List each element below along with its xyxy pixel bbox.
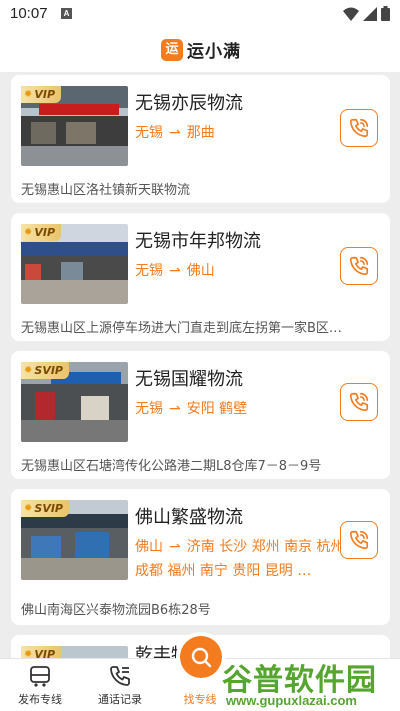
carrier-name: 佛山繁盛物流 [135, 507, 243, 528]
route-origin: 无锡 [135, 263, 163, 279]
phone-log-icon [110, 666, 130, 686]
app-title: 运小满 [187, 42, 241, 62]
route: 无锡 ⇀ 安阳 鹤壁 [135, 397, 345, 421]
app-header: 运 运小满 [0, 28, 400, 72]
carrier-card[interactable]: ✹ SVIP 佛山繁盛物流 佛山 ⇀ 济南 长沙 郑州 南京 杭州 成都 福州 南宁 … [11, 489, 390, 625]
carrier-address: 无锡惠山区石塘湾传化公路港二期L8仓库7－8－9号 [21, 459, 322, 474]
nav-item-call-log[interactable]: 通话记录 [80, 659, 160, 711]
vip-badge: ✹ VIP [21, 224, 62, 241]
phone-icon [349, 118, 369, 138]
route-arrow-icon: ⇀ [169, 401, 181, 417]
svip-badge: ✹ SVIP [21, 362, 69, 379]
status-bar: 10:07 A [0, 0, 400, 28]
watermark-url: www.gupuxlazai.com [226, 693, 357, 708]
truck-icon [30, 666, 50, 687]
vip-badge: ✹ VIP [21, 86, 62, 103]
carrier-card[interactable]: ✹ SVIP 无锡国耀物流 无锡 ⇀ 安阳 鹤壁 无锡惠山区石塘湾传化公路港二期L8仓… [11, 351, 390, 479]
nav-item-publish[interactable]: 发布专线 [0, 659, 80, 711]
route-origin: 无锡 [135, 125, 163, 141]
route: 无锡 ⇀ 佛山 [135, 259, 345, 283]
status-indicators [343, 6, 390, 21]
carrier-address: 无锡惠山区上源停车场进大门直走到底左拐第一家B区… [21, 321, 342, 336]
warehouse-photo: ✹ VIP [21, 224, 128, 304]
carrier-name: 无锡市年邦物流 [135, 231, 261, 252]
route-destinations: 安阳 鹤壁 [186, 401, 248, 417]
wifi-icon [343, 7, 359, 21]
vip-badge: ✹ VIP [21, 646, 62, 658]
notification-a-icon: A [61, 8, 72, 19]
carrier-address: 佛山南海区兴泰物流园B6栋28号 [21, 603, 211, 618]
route-destinations: 那曲 [186, 125, 215, 141]
nav-label: 发布专线 [18, 693, 62, 706]
route-arrow-icon: ⇀ [169, 539, 181, 555]
signal-icon [363, 6, 377, 21]
call-button[interactable] [340, 383, 378, 421]
warehouse-photo: ✹ SVIP [21, 362, 128, 442]
route-origin: 佛山 [135, 539, 163, 555]
battery-icon [381, 6, 390, 21]
svip-badge: ✹ SVIP [21, 500, 69, 517]
phone-icon [349, 392, 369, 412]
carrier-card[interactable]: ✹ VIP 无锡亦辰物流 无锡 ⇀ 那曲 无锡惠山区洛社镇新天联物流 [11, 75, 390, 203]
find-line-fab[interactable] [180, 636, 222, 678]
carrier-name: 无锡亦辰物流 [135, 93, 243, 114]
route-destinations: 佛山 [186, 263, 215, 279]
app-logo-icon: 运 [161, 38, 183, 61]
route-destinations: 济南 长沙 郑州 南京 杭州 成都 福州 南宁 贵阳 昆明 … [135, 539, 345, 579]
route: 佛山 ⇀ 济南 长沙 郑州 南京 杭州 成都 福州 南宁 贵阳 昆明 … [135, 535, 345, 583]
warehouse-photo: ✹ SVIP [21, 500, 128, 580]
app-brand: 运 运小满 [161, 37, 241, 62]
phone-icon [349, 530, 369, 550]
search-icon [191, 647, 212, 668]
route-arrow-icon: ⇀ [169, 263, 181, 279]
call-button[interactable] [340, 247, 378, 285]
route-origin: 无锡 [135, 401, 163, 417]
carrier-address: 无锡惠山区洛社镇新天联物流 [21, 183, 191, 198]
route: 无锡 ⇀ 那曲 [135, 121, 345, 145]
call-button[interactable] [340, 109, 378, 147]
nav-label: 通话记录 [98, 693, 142, 706]
watermark: 谷普软件园 www.gupuxlazai.com [222, 655, 400, 711]
carrier-list[interactable]: ✹ VIP 无锡亦辰物流 无锡 ⇀ 那曲 无锡惠山区洛社镇新天联物流 ✹ VIP 无锡市… [0, 72, 400, 658]
route-arrow-icon: ⇀ [169, 125, 181, 141]
carrier-card[interactable]: ✹ VIP 无锡市年邦物流 无锡 ⇀ 佛山 无锡惠山区上源停车场进大门直走到底左拐第一… [11, 213, 390, 341]
warehouse-photo: ✹ VIP [21, 86, 128, 166]
carrier-name: 无锡国耀物流 [135, 369, 243, 390]
warehouse-photo: ✹ VIP [21, 646, 128, 658]
phone-icon [349, 256, 369, 276]
status-time: 10:07 [10, 5, 48, 22]
call-button[interactable] [340, 521, 378, 559]
